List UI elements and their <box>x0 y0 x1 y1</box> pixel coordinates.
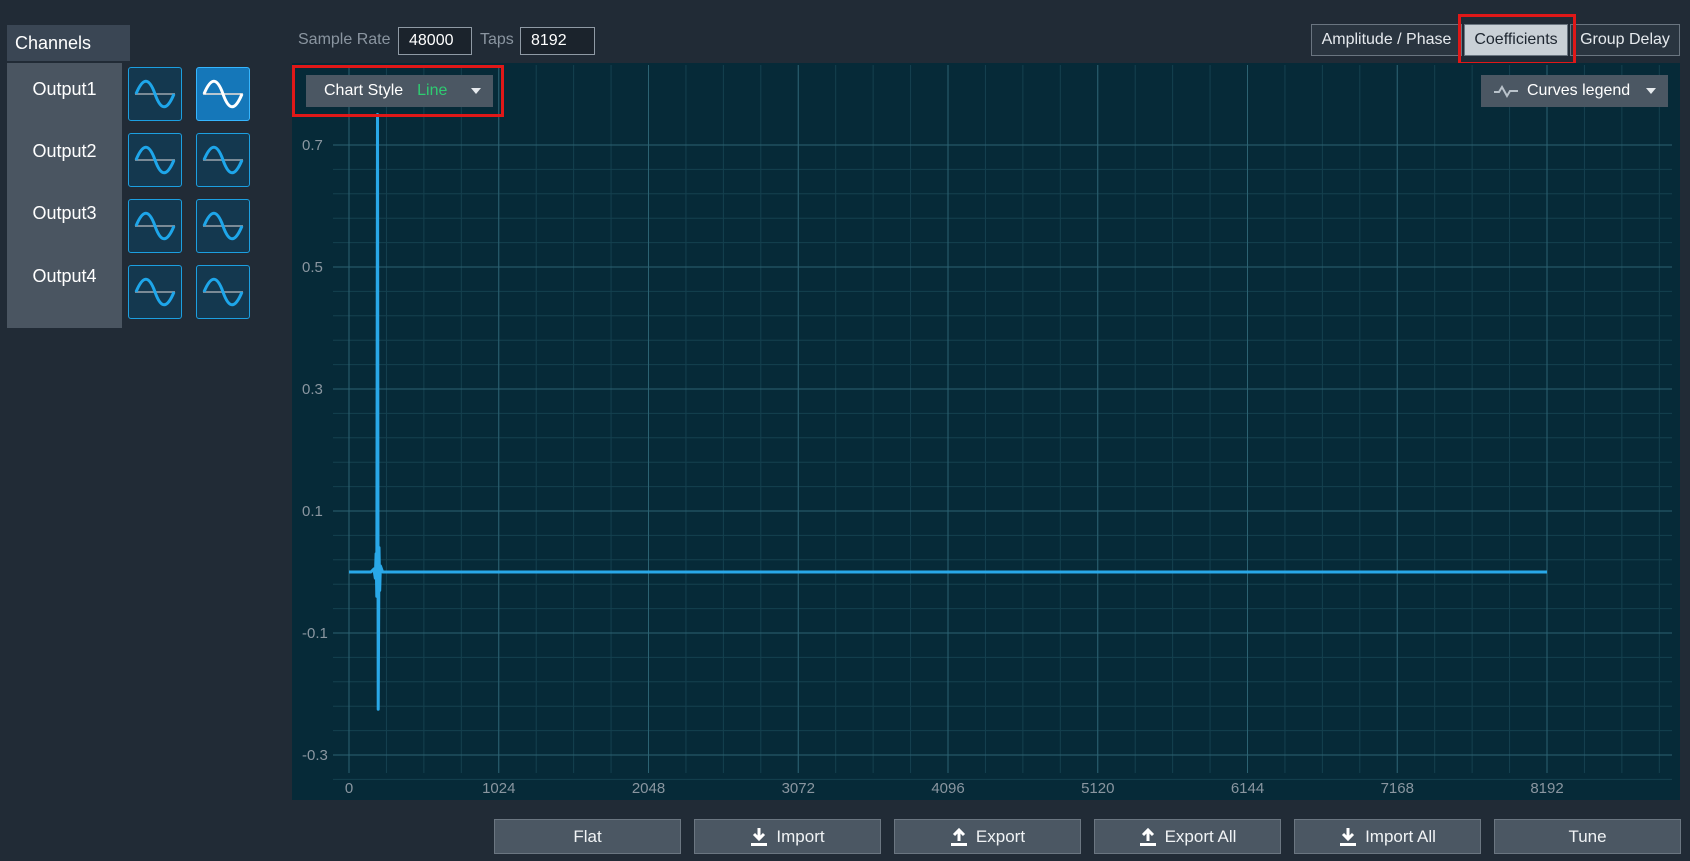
tune-button[interactable]: Tune <box>1494 819 1681 854</box>
x-tick-label: 1024 <box>482 780 515 797</box>
export-all-button[interactable]: Export All <box>1094 819 1281 854</box>
taps-input[interactable] <box>520 27 595 55</box>
output4-wave-button-2[interactable] <box>196 265 250 319</box>
coefficients-chart: 0 1024 2048 3072 4096 5120 6144 7168 8192 0.7 0.5 0… <box>302 65 1672 797</box>
output3-wave-button-2[interactable] <box>196 199 250 253</box>
sample-rate-input[interactable] <box>398 27 472 55</box>
channel-output4-label[interactable]: Output4 <box>7 266 122 287</box>
output1-wave-button-2[interactable] <box>196 67 250 121</box>
output3-wave-button-1[interactable] <box>128 199 182 253</box>
flat-button-label: Flat <box>573 826 602 846</box>
x-tick-label: 5120 <box>1081 780 1114 797</box>
tab-amplitude-phase[interactable]: Amplitude / Phase <box>1311 24 1462 56</box>
x-tick-label: 2048 <box>632 780 665 797</box>
sine-wave-icon <box>134 145 176 175</box>
x-tick-label: 7168 <box>1381 780 1414 797</box>
output2-wave-button-2[interactable] <box>196 133 250 187</box>
export-all-button-label: Export All <box>1164 826 1237 846</box>
x-tick-label: 4096 <box>931 780 964 797</box>
output4-wave-button-1[interactable] <box>128 265 182 319</box>
curves-legend-dropdown[interactable]: Curves legend <box>1481 75 1668 107</box>
chevron-down-icon <box>471 88 481 94</box>
import-button-label: Import <box>776 826 825 846</box>
sine-wave-icon <box>202 277 244 307</box>
tab-group-delay[interactable]: Group Delay <box>1570 24 1680 56</box>
sine-wave-icon <box>202 145 244 175</box>
channel-output2-label[interactable]: Output2 <box>7 141 122 162</box>
import-button[interactable]: Import <box>694 819 881 854</box>
chart-style-label: Chart Style <box>324 82 404 99</box>
x-tick-label: 3072 <box>782 780 815 797</box>
chart-style-dropdown[interactable]: Chart Style Line <box>306 75 493 107</box>
chevron-down-icon <box>1646 88 1656 94</box>
flat-button[interactable]: Flat <box>494 819 681 854</box>
x-tick-label: 0 <box>345 780 353 797</box>
sine-wave-icon <box>134 211 176 241</box>
curves-legend-label: Curves legend <box>1527 82 1631 99</box>
sine-wave-icon <box>202 211 244 241</box>
channel-output3-label[interactable]: Output3 <box>7 203 122 224</box>
export-button[interactable]: Export <box>894 819 1081 854</box>
y-tick-label: -0.3 <box>302 747 328 764</box>
download-icon <box>751 827 768 846</box>
x-tick-label: 8192 <box>1530 780 1563 797</box>
sine-wave-icon <box>134 79 176 109</box>
sine-wave-icon <box>202 79 244 109</box>
y-tick-label: 0.1 <box>302 503 323 520</box>
y-tick-label: -0.1 <box>302 625 328 642</box>
channels-header: Channels <box>7 25 130 61</box>
chart-style-value: Line <box>417 82 448 99</box>
tab-coefficients[interactable]: Coefficients <box>1464 24 1568 56</box>
import-all-button[interactable]: Import All <box>1294 819 1481 854</box>
upload-icon <box>1139 827 1156 846</box>
x-tick-label: 6144 <box>1231 780 1264 797</box>
import-all-button-label: Import All <box>1365 826 1436 846</box>
sine-wave-icon <box>134 277 176 307</box>
y-tick-label: 0.3 <box>302 381 323 398</box>
tune-button-label: Tune <box>1568 826 1607 846</box>
curve-icon <box>1494 85 1518 98</box>
export-button-label: Export <box>975 826 1026 846</box>
taps-label: Taps <box>480 31 514 48</box>
y-tick-label: 0.7 <box>302 137 323 154</box>
output1-wave-button-1[interactable] <box>128 67 182 121</box>
upload-icon <box>950 827 967 846</box>
channel-output1-label[interactable]: Output1 <box>7 79 122 100</box>
y-tick-label: 0.5 <box>302 259 323 276</box>
sample-rate-label: Sample Rate <box>298 31 391 48</box>
output2-wave-button-1[interactable] <box>128 133 182 187</box>
channels-list: Output1 Output2 Output3 Output4 <box>7 63 122 328</box>
chart-area[interactable]: 0 1024 2048 3072 4096 5120 6144 7168 8192 0.7 0.5 0… <box>292 63 1680 800</box>
channels-title: Channels <box>15 32 92 53</box>
download-icon <box>1340 827 1357 846</box>
